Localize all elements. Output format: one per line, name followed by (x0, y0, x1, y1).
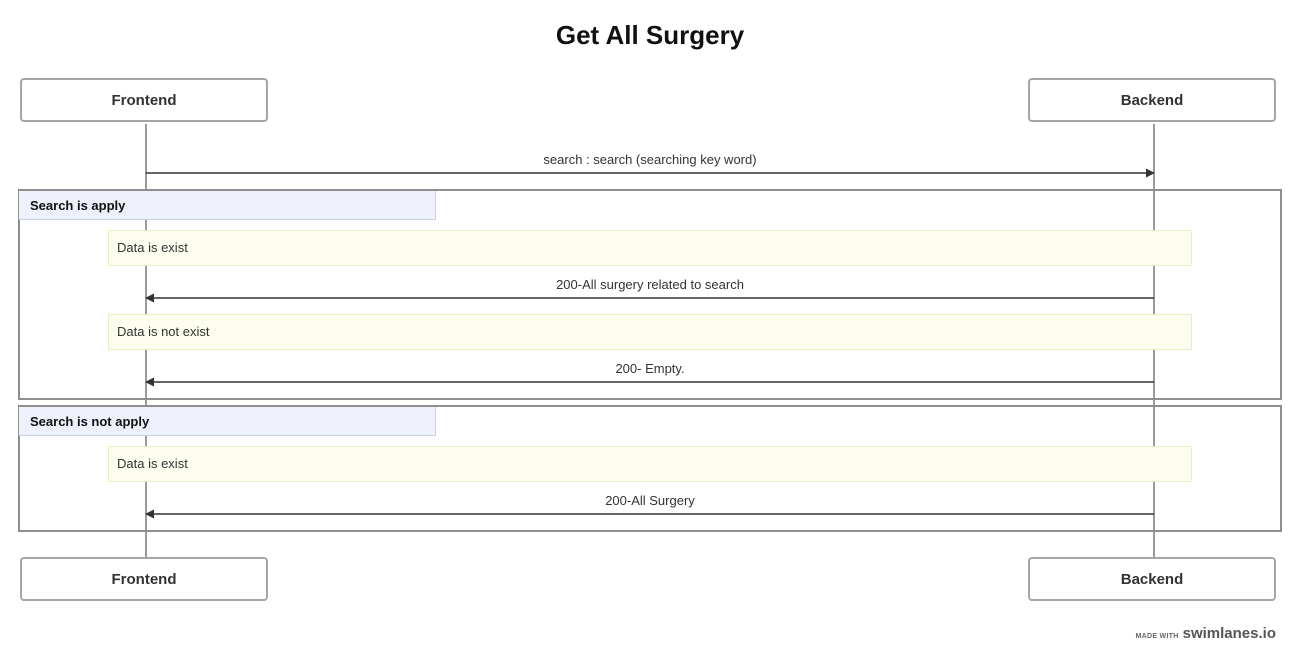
arrow-empty (145, 377, 1154, 387)
arrow-search (146, 168, 1155, 178)
swimlanes-branding[interactable]: MADE WITH swimlanes.io (1135, 625, 1276, 642)
message-arrows (145, 168, 1155, 519)
arrow-all-surgery (145, 509, 1154, 519)
brand-name: swimlanes.io (1182, 625, 1276, 642)
arrow-related (145, 293, 1154, 303)
made-with-label: MADE WITH (1135, 633, 1179, 640)
